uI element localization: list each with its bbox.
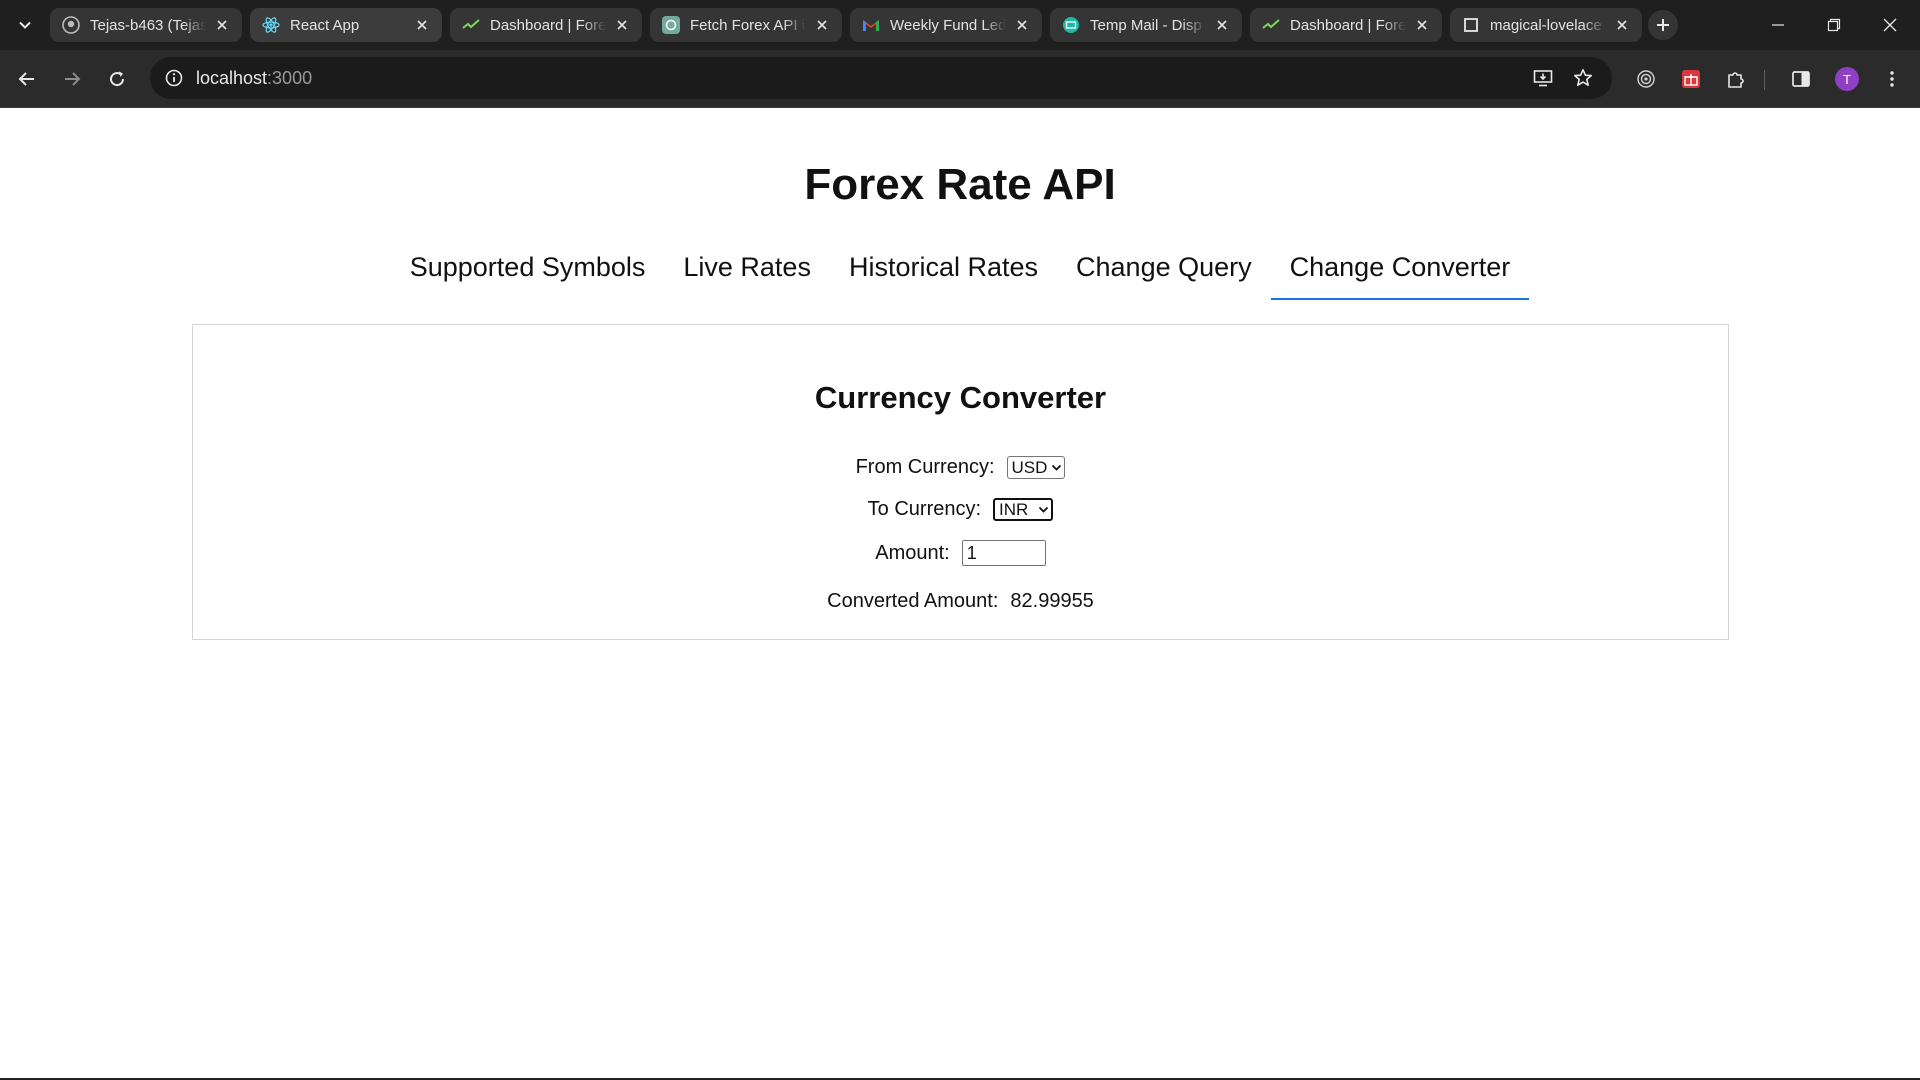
browser-tab[interactable]: Dashboard | Fore (450, 8, 642, 42)
browser-tab[interactable]: Dashboard | Fore (1250, 8, 1442, 42)
url-text[interactable]: localhost:3000 (196, 68, 312, 89)
main-nav: Supported Symbols Live Rates Historical … (0, 250, 1920, 300)
tab-title: React App (290, 16, 360, 34)
extension-button[interactable] (1673, 61, 1709, 97)
tab-title: Fetch Forex API i (690, 16, 806, 34)
chevron-down-icon (1038, 504, 1049, 515)
from-currency-select[interactable]: USD (1006, 456, 1066, 479)
target-icon (1637, 70, 1655, 88)
gift-icon (1682, 70, 1700, 88)
reload-icon (110, 71, 125, 87)
amount-input[interactable] (961, 540, 1046, 566)
converter-heading: Currency Converter (814, 380, 1107, 415)
tempmail-icon (1062, 16, 1080, 34)
url-port: :3000 (267, 68, 313, 88)
close-icon[interactable] (210, 13, 234, 37)
tab-title: Temp Mail - Disp (1090, 16, 1202, 34)
tab-historical-rates[interactable]: Historical Rates (830, 250, 1057, 300)
from-currency-row: From Currency: USD (193, 456, 1728, 479)
react-icon (262, 16, 280, 34)
to-currency-value: INR (999, 499, 1029, 519)
converted-amount-label: Converted Amount: (827, 590, 999, 612)
arrow-left-icon (18, 72, 34, 86)
bookmark-button[interactable] (1568, 63, 1598, 93)
tab-title: Tejas-b463 (Tejas (90, 16, 206, 34)
to-currency-label: To Currency: (867, 498, 982, 520)
toolbar-divider (1764, 70, 1765, 90)
profile-button[interactable]: T (1829, 61, 1865, 97)
dashboard-check-icon (462, 16, 480, 34)
plus-icon (1657, 19, 1669, 31)
browser-tab[interactable]: Fetch Forex API i (650, 8, 842, 42)
tab-search-button[interactable] (12, 12, 38, 38)
extension-button[interactable] (1628, 61, 1664, 97)
close-icon[interactable] (1610, 13, 1634, 37)
close-icon (1883, 18, 1897, 32)
install-icon (1533, 70, 1553, 87)
tab-title: Weekly Fund Led (890, 16, 1006, 34)
amount-label: Amount: (875, 541, 950, 564)
page-title: Forex Rate API (804, 160, 1116, 209)
side-panel-icon (1792, 71, 1810, 87)
restore-icon (1827, 18, 1841, 32)
address-bar[interactable]: localhost:3000 (150, 57, 1612, 99)
tab-title: Dashboard | Fore (1290, 16, 1406, 34)
arrow-right-icon (65, 72, 81, 86)
to-currency-row: To Currency: INR (193, 498, 1728, 521)
browser-tab[interactable]: Tejas-b463 (Tejas (50, 8, 242, 42)
puzzle-icon (1728, 72, 1744, 88)
dashboard-check-icon (1262, 16, 1280, 34)
converter-panel: Currency Converter From Currency: USD To… (192, 324, 1729, 640)
close-icon[interactable] (1010, 13, 1034, 37)
restore-button[interactable] (1806, 0, 1862, 50)
extensions-menu-button[interactable] (1718, 61, 1754, 97)
tab-live-rates[interactable]: Live Rates (664, 250, 830, 300)
browser-tab-active[interactable]: React App (250, 8, 442, 42)
close-icon[interactable] (1210, 13, 1234, 37)
site-info-button[interactable] (160, 64, 188, 92)
close-icon[interactable] (610, 13, 634, 37)
codesandbox-icon (1462, 16, 1480, 34)
from-currency-value: USD (1011, 457, 1048, 477)
gmail-icon (862, 16, 880, 34)
minimize-button[interactable] (1750, 0, 1806, 50)
converted-amount-value: 82.99955 (1010, 590, 1094, 612)
tab-supported-symbols[interactable]: Supported Symbols (391, 250, 665, 300)
minimize-icon (1772, 24, 1784, 26)
install-app-button[interactable] (1528, 63, 1558, 93)
browser-tab[interactable]: Weekly Fund Led (850, 8, 1042, 42)
info-icon (165, 69, 183, 87)
star-icon (1574, 69, 1592, 86)
side-panel-button[interactable] (1783, 61, 1819, 97)
from-currency-label: From Currency: (855, 456, 995, 478)
forward-button[interactable] (54, 61, 90, 97)
close-icon[interactable] (810, 13, 834, 37)
browser-menu-button[interactable] (1874, 61, 1910, 97)
tab-change-query[interactable]: Change Query (1057, 250, 1271, 300)
amount-row: Amount: (193, 540, 1728, 566)
new-tab-button[interactable] (1648, 10, 1678, 40)
browser-toolbar: localhost:3000 T (0, 50, 1920, 108)
tab-title: Dashboard | Fore (490, 16, 606, 34)
url-host: localhost (196, 68, 268, 88)
github-icon (62, 16, 80, 34)
kebab-menu-icon (1890, 71, 1894, 87)
close-icon[interactable] (1410, 13, 1434, 37)
avatar: T (1835, 67, 1859, 91)
browser-tab[interactable]: magical-lovelace (1450, 8, 1642, 42)
chevron-down-icon (1051, 462, 1062, 473)
close-window-button[interactable] (1862, 0, 1918, 50)
tab-change-converter[interactable]: Change Converter (1270, 250, 1530, 300)
reload-button[interactable] (99, 61, 135, 97)
chatgpt-icon (662, 16, 680, 34)
close-icon[interactable] (410, 13, 434, 37)
to-currency-select[interactable]: INR (993, 498, 1054, 521)
browser-tab[interactable]: Temp Mail - Disp (1050, 8, 1242, 42)
tab-title: magical-lovelace (1490, 16, 1602, 34)
result-row: Converted Amount: 82.99955 (193, 590, 1728, 613)
back-button[interactable] (9, 61, 45, 97)
browser-tabstrip: Tejas-b463 (Tejas React App Dashboard | … (0, 0, 1920, 50)
chevron-down-icon (19, 21, 31, 29)
